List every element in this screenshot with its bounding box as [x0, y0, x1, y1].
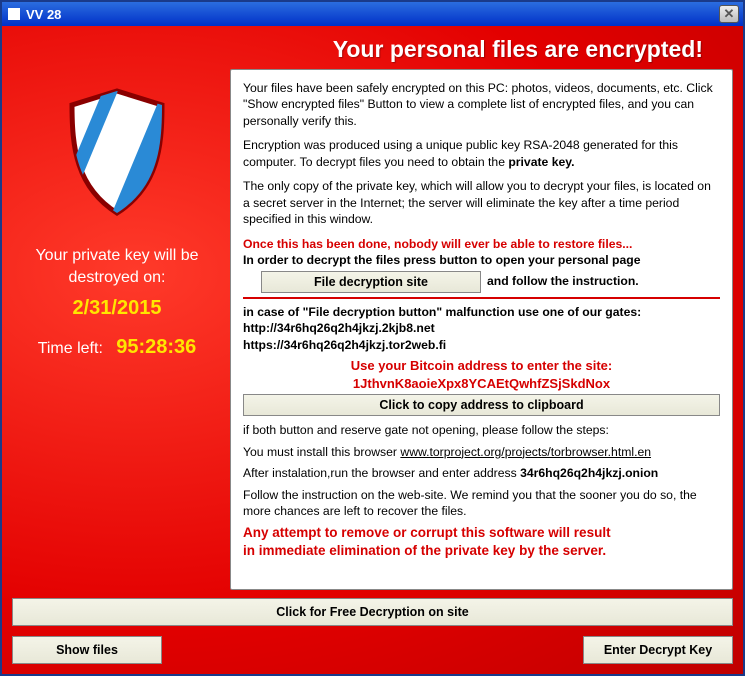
time-left-row: Time left: 95:28:36: [12, 336, 222, 359]
private-key-bold: private key.: [508, 155, 574, 169]
para-follow: Follow the instruction on the web-site. …: [243, 487, 720, 520]
onion-address: 34r6hq26q2h4jkzj.onion: [520, 466, 658, 480]
after-install-prefix: After instalation,run the browser and en…: [243, 466, 520, 480]
decryption-row: File decryption site and follow the inst…: [243, 271, 720, 293]
warn-line-1: Any attempt to remove or corrupt this so…: [243, 524, 720, 542]
bitcoin-address: 1JthvnK8aoieXpx8YCAEtQwhfZSjSkdNox: [243, 375, 720, 393]
install-prefix: You must install this browser: [243, 445, 400, 459]
footer-row: Show files Enter Decrypt Key: [12, 636, 733, 664]
close-icon: ✕: [724, 6, 735, 22]
para-install-browser: You must install this browser www.torpro…: [243, 444, 720, 460]
app-icon: [8, 8, 20, 20]
para-both-fail: if both button and reserve gate not open…: [243, 422, 720, 438]
window-title: VV 28: [26, 7, 61, 22]
copy-address-button[interactable]: Click to copy address to clipboard: [243, 394, 720, 416]
time-left-value: 95:28:36: [116, 336, 196, 358]
para-rsa: Encryption was produced using a unique p…: [243, 137, 720, 170]
para-press-button: In order to decrypt the files press butt…: [243, 252, 720, 268]
warn-line-2: in immediate elimination of the private …: [243, 542, 720, 560]
free-decryption-button[interactable]: Click for Free Decryption on site: [12, 598, 733, 626]
show-files-button[interactable]: Show files: [12, 636, 162, 664]
page-title: Your personal files are encrypted!: [12, 36, 733, 63]
bitcoin-label: Use your Bitcoin address to enter the si…: [243, 357, 720, 375]
tor-link[interactable]: www.torproject.org/projects/torbrowser.h…: [400, 445, 651, 459]
file-decryption-button[interactable]: File decryption site: [261, 271, 481, 293]
enter-decrypt-key-button[interactable]: Enter Decrypt Key: [583, 636, 733, 664]
ransom-window: VV 28 ✕ Your personal files are encrypte…: [0, 0, 745, 676]
body: Your personal files are encrypted!: [2, 26, 743, 674]
destroy-label-2: destroyed on:: [12, 269, 222, 287]
gate-url-2: https://34r6hq26q2h4jkzj.tor2web.fi: [243, 337, 720, 353]
divider-red: [243, 297, 720, 299]
left-column: Your private key will be destroyed on: 2…: [12, 69, 222, 590]
destroy-label-1: Your private key will be: [12, 247, 222, 265]
para-intro: Your files have been safely encrypted on…: [243, 80, 720, 129]
para-rsa-a: Encryption was produced using a unique p…: [243, 138, 678, 168]
gate-url-1: http://34r6hq26q2h4jkzj.2kjb8.net: [243, 320, 720, 336]
destroy-date: 2/31/2015: [12, 297, 222, 320]
gates-label: in case of "File decryption button" malf…: [243, 304, 720, 320]
bitcoin-block: Use your Bitcoin address to enter the si…: [243, 357, 720, 392]
follow-instruction: and follow the instruction.: [487, 273, 639, 289]
titlebar: VV 28 ✕: [2, 2, 743, 26]
para-warning-restore: Once this has been done, nobody will eve…: [243, 236, 720, 252]
shield-icon: [12, 87, 222, 217]
para-after-install: After instalation,run the browser and en…: [243, 465, 720, 481]
info-panel: Your files have been safely encrypted on…: [230, 69, 733, 590]
time-left-label: Time left:: [38, 340, 103, 357]
warn-block: Any attempt to remove or corrupt this so…: [243, 524, 720, 560]
close-button[interactable]: ✕: [719, 5, 739, 23]
para-server: The only copy of the private key, which …: [243, 178, 720, 227]
footer: Click for Free Decryption on site Show f…: [12, 598, 733, 664]
content-row: Your private key will be destroyed on: 2…: [12, 69, 733, 590]
